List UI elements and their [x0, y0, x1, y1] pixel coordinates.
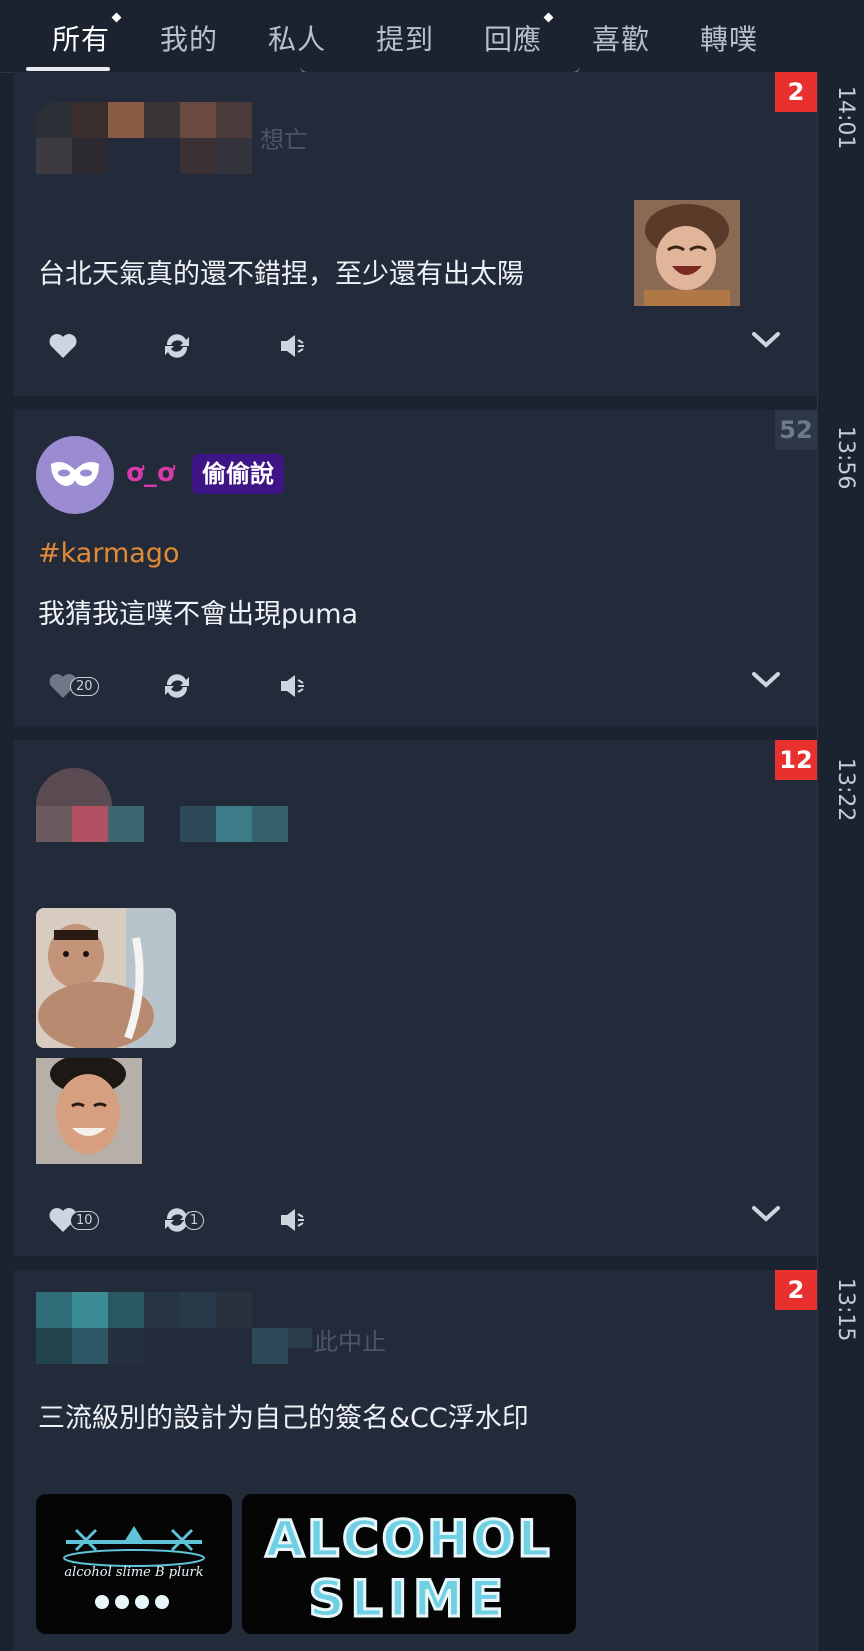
- plurk-card[interactable]: 12 10 1: [14, 740, 817, 1256]
- author-name-partial: 此中止: [314, 1328, 386, 1356]
- author-name-partial: 想亡: [260, 126, 308, 154]
- mute-button[interactable]: [278, 326, 308, 366]
- time-label: 13:15: [833, 1278, 858, 1342]
- plurk-actions: [14, 326, 817, 366]
- tab-mentions[interactable]: 提到: [376, 18, 434, 58]
- mute-button[interactable]: [278, 666, 308, 706]
- tab-private[interactable]: 私人: [268, 18, 326, 58]
- response-count-badge[interactable]: 2: [775, 1270, 817, 1310]
- signature-logo-image[interactable]: ALCOHOL SLIME: [242, 1494, 576, 1634]
- unread-dot-icon: [543, 12, 554, 23]
- mute-button[interactable]: [278, 1200, 308, 1240]
- hashtag-link[interactable]: #karmago: [38, 538, 179, 569]
- plurk-content: 三流級別的設計为自己的簽名&CC浮水印: [38, 1403, 529, 1434]
- plurk-card[interactable]: 52 ơ_ơ 偷偷說 #karmago 我猜我這噗不會出現puma 20: [14, 410, 817, 726]
- replurk-button[interactable]: 1: [162, 1200, 205, 1240]
- chevron-down-icon: [752, 672, 780, 688]
- chevron-down-icon: [752, 1206, 780, 1222]
- timeline-bar: 14:01 13:56 13:22 13:15: [817, 72, 864, 1651]
- like-button[interactable]: 10: [48, 1200, 99, 1240]
- tab-all[interactable]: 所有: [52, 12, 122, 58]
- anonymous-tag: 偷偷說: [192, 454, 284, 494]
- like-button[interactable]: 20: [48, 666, 99, 706]
- expand-button[interactable]: [751, 670, 781, 694]
- replurk-button[interactable]: [162, 666, 192, 706]
- filter-tabs: 所有 我的 私人 提到 回應 喜歡 轉噗: [0, 0, 864, 74]
- unread-dot-icon: [111, 12, 122, 23]
- logo-small-text: alcohol slime B plurk: [64, 1565, 203, 1580]
- plurk-content: 我猜我這噗不會出現puma: [38, 599, 359, 630]
- like-count: 20: [70, 676, 99, 696]
- speaker-mute-icon: [281, 335, 304, 357]
- time-label: 14:01: [833, 86, 858, 150]
- alcohol-slime-text-logo: ALCOHOL SLIME: [242, 1494, 576, 1634]
- laughing-face-emoticon: [634, 200, 740, 306]
- expand-button[interactable]: [751, 1204, 781, 1228]
- chevron-down-icon: [752, 332, 780, 348]
- author-name[interactable]: ơ_ơ: [126, 458, 175, 488]
- plurk-actions: 20: [14, 666, 817, 706]
- plurk-card[interactable]: 2 想亡 台北天氣真的還不錯捏，至少還有出太陽: [14, 72, 817, 396]
- replurk-icon: [165, 674, 189, 698]
- tab-responses[interactable]: 回應: [484, 12, 554, 58]
- replurk-button[interactable]: [162, 326, 192, 366]
- plurk-actions: 10 1: [14, 1200, 817, 1240]
- tab-mine[interactable]: 我的: [160, 18, 218, 58]
- expand-button[interactable]: [751, 330, 781, 354]
- plurk-card[interactable]: 2 此中止 三流級別的設計为自己的簽名&CC浮水印 alcohol slime …: [14, 1270, 817, 1651]
- anonymous-avatar: [36, 436, 114, 514]
- alcohol-slime-logo: alcohol slime B plurk: [36, 1494, 232, 1634]
- replurk-count: 1: [184, 1210, 205, 1230]
- logo-line-2: SLIME: [309, 1570, 509, 1628]
- heart-icon: [49, 334, 77, 358]
- signature-logo-image[interactable]: alcohol slime B plurk: [36, 1494, 232, 1634]
- logo-line-1: ALCOHOL: [266, 1510, 553, 1568]
- replurk-icon: [165, 334, 189, 358]
- smiling-face-emoticon: [36, 1058, 142, 1164]
- response-count-badge[interactable]: 52: [775, 410, 817, 450]
- like-count: 10: [70, 1210, 99, 1230]
- active-tab-indicator: [26, 67, 110, 71]
- time-label: 13:56: [833, 426, 858, 490]
- response-count-badge[interactable]: 12: [775, 740, 817, 780]
- meme-image[interactable]: [36, 908, 176, 1048]
- plurk-content: 台北天氣真的還不錯捏，至少還有出太陽: [38, 259, 524, 290]
- tab-replurks[interactable]: 轉噗: [700, 18, 758, 58]
- tab-likes[interactable]: 喜歡: [592, 18, 650, 58]
- response-count-badge[interactable]: 2: [775, 72, 817, 112]
- speaker-mute-icon: [281, 1209, 304, 1231]
- like-button[interactable]: [48, 326, 78, 366]
- speaker-mute-icon: [281, 675, 304, 697]
- time-label: 13:22: [833, 758, 858, 822]
- mask-icon: [51, 462, 99, 486]
